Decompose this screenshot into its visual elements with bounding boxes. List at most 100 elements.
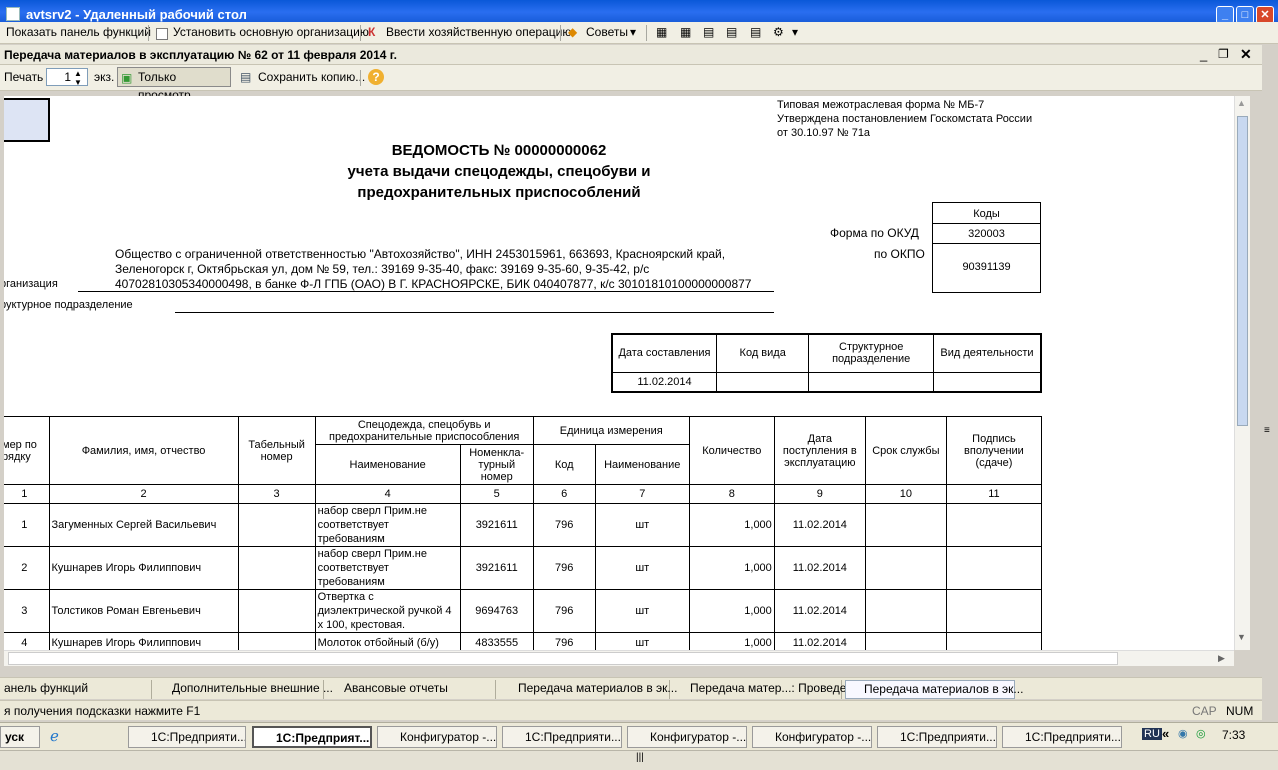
taskbar-item[interactable]: 1С:Предприяти... (877, 726, 997, 748)
help-button[interactable]: ? (368, 69, 384, 85)
row-code: 796 (532, 546, 596, 590)
chevron-down-icon[interactable]: ▾ (630, 25, 636, 39)
view-only-button[interactable]: ▣ Только просмотр (117, 67, 231, 102)
tab-advance[interactable]: Авансовые отчеты (326, 680, 496, 699)
ie-icon[interactable]: ℯ (50, 727, 59, 745)
stepper-arrows-icon[interactable]: ▲ ▼ (74, 69, 82, 87)
tab-transfer-3[interactable]: Передача материалов в эк... (845, 680, 1023, 699)
row-item: набор сверл Прим.не соответствует требов… (314, 546, 461, 590)
enter-operation-button[interactable]: Ввести хозяйственную операцию (386, 25, 571, 39)
row-nom: 9694763 (459, 589, 534, 633)
grid-icon[interactable]: ▦ (680, 25, 691, 39)
row-date: 11.02.2014 (773, 503, 866, 547)
grip-icon[interactable]: ||| (636, 752, 644, 763)
col-qty-header: Количество (688, 416, 775, 485)
row-life (864, 546, 947, 590)
operation-icon: К (368, 25, 376, 39)
taskbar-item[interactable]: Конфигуратор -... (377, 726, 497, 748)
row-nom: 3921611 (459, 546, 534, 590)
document-sheet: Типовая межотраслевая форма № МБ-7 Утвер… (4, 96, 1234, 650)
cap-indicator: CAP (1192, 704, 1217, 718)
resize-grip-icon[interactable]: ≡ (1264, 425, 1270, 436)
row-unit: шт (594, 546, 690, 590)
tab-transfer-1[interactable]: Передача материалов в эк... (500, 680, 677, 699)
grid-icon[interactable]: ▤ (726, 25, 737, 39)
col-unit-header: Единица измерения (532, 416, 690, 445)
tab-functions[interactable]: анель функций (0, 680, 152, 699)
grid-icon[interactable]: ▦ (656, 25, 667, 39)
tray-app-icon[interactable]: ◎ (1196, 727, 1206, 740)
taskbar-item[interactable]: 1С:Предприяти... (128, 726, 246, 748)
okpo-label: по ОКПО (874, 247, 925, 261)
codes-label: Коды (932, 202, 1041, 224)
floppy-icon: ▤ (240, 70, 252, 84)
date-comp-header: Дата составления (611, 333, 717, 373)
scroll-right-icon[interactable]: ▶ (1218, 653, 1225, 664)
taskbar-item[interactable]: 1С:Предприяти... (502, 726, 622, 748)
code-type-value (715, 371, 810, 393)
settings-icon[interactable]: ⚙ (773, 25, 784, 39)
save-copy-button[interactable]: Сохранить копию... (258, 70, 365, 84)
col-spec-header: Спецодежда, спецобувь и предохранительны… (314, 416, 534, 445)
struct-header: Структурное подразделение (808, 333, 934, 373)
row-qty: 1,000 (688, 632, 775, 650)
approved-date-text: от 30.10.97 № 71а (777, 127, 871, 139)
row-life (864, 632, 947, 650)
show-panel-button[interactable]: Показать панель функций (6, 25, 151, 39)
app-icon (6, 7, 20, 21)
dept-label: руктурное подразделение (4, 299, 133, 311)
set-org-button[interactable]: Установить основную организацию (173, 25, 369, 39)
row-qty: 1,000 (688, 589, 775, 633)
scroll-up-icon[interactable]: ▲ (1237, 98, 1246, 108)
row-num: 4 (4, 632, 50, 650)
tips-icon: ◆ (568, 25, 578, 39)
tab-transfer-2[interactable]: Передача матер...: Проведен (672, 680, 853, 699)
scroll-down-icon[interactable]: ▼ (1237, 632, 1246, 642)
col-unit-code-header: Код (532, 444, 596, 485)
row-qty: 1,000 (688, 503, 775, 547)
statement-subtitle-1: учета выдачи спецодежды, спецобуви и (347, 163, 651, 180)
tab-external[interactable]: Дополнительные внешние ... (154, 680, 333, 699)
row-date: 11.02.2014 (773, 632, 866, 650)
col-date-header: Дата поступления в эксплуатацию (773, 416, 866, 485)
col-spec-name-header: Наименование (314, 444, 461, 485)
scrollbar-thumb[interactable] (8, 652, 1118, 665)
dept-underline (175, 312, 774, 313)
scrollbar-thumb[interactable] (1237, 116, 1248, 426)
doc-restore-icon[interactable]: ❐ (1218, 47, 1229, 61)
start-button[interactable]: уск (0, 726, 40, 748)
grid-icon[interactable]: ▤ (750, 25, 761, 39)
taskbar-item[interactable]: Конфигуратор -... (627, 726, 747, 748)
okpo-value: 90391139 (962, 261, 1011, 273)
row-date: 11.02.2014 (773, 546, 866, 590)
print-label: Печать (4, 70, 44, 84)
vertical-scrollbar[interactable]: ▲ ▼ (1234, 96, 1250, 650)
network-icon[interactable]: ◉ (1178, 727, 1188, 740)
tray-expand-icon[interactable]: « (1162, 726, 1169, 741)
lang-indicator[interactable]: RU (1142, 728, 1162, 740)
taskbar-item[interactable]: Конфигуратор -... (752, 726, 872, 748)
struct-value (808, 371, 934, 393)
grid-icon[interactable]: ▤ (703, 25, 714, 39)
okud-value: 320003 (932, 224, 1041, 244)
col-index: 9 (773, 484, 866, 504)
tips-button[interactable]: Советы (586, 25, 628, 39)
taskbar-item[interactable]: 1С:Предприяти... (1002, 726, 1122, 748)
taskbar-item[interactable]: 1С:Предприят... (252, 726, 372, 748)
row-item: Отвертка с диэлектрической ручкой 4 х 10… (314, 589, 461, 633)
row-tab (237, 632, 316, 650)
table-row: 1 Загуменных Сергей Васильевич набор све… (4, 503, 1043, 547)
statement-subtitle-2: предохранительных приспособлений (357, 184, 641, 201)
row-num: 1 (4, 503, 50, 547)
date-comp-value: 11.02.2014 (611, 371, 717, 393)
row-code: 796 (532, 503, 596, 547)
col-index: 5 (459, 484, 534, 504)
bottom-scrollbar[interactable]: ||| (0, 750, 1278, 770)
horizontal-scrollbar[interactable]: ▶ (4, 650, 1234, 666)
row-sign (945, 589, 1043, 633)
header-info-table: Дата составления Код вида Структурное по… (611, 333, 1042, 393)
taskbar: уск ℯ 1С:Предприяти... 1С:Предприят... К… (0, 722, 1278, 750)
chevron-down-icon[interactable]: ▾ (792, 25, 798, 39)
doc-close-icon[interactable]: ✕ (1240, 46, 1252, 63)
doc-minimize-icon[interactable]: _ (1200, 47, 1207, 62)
